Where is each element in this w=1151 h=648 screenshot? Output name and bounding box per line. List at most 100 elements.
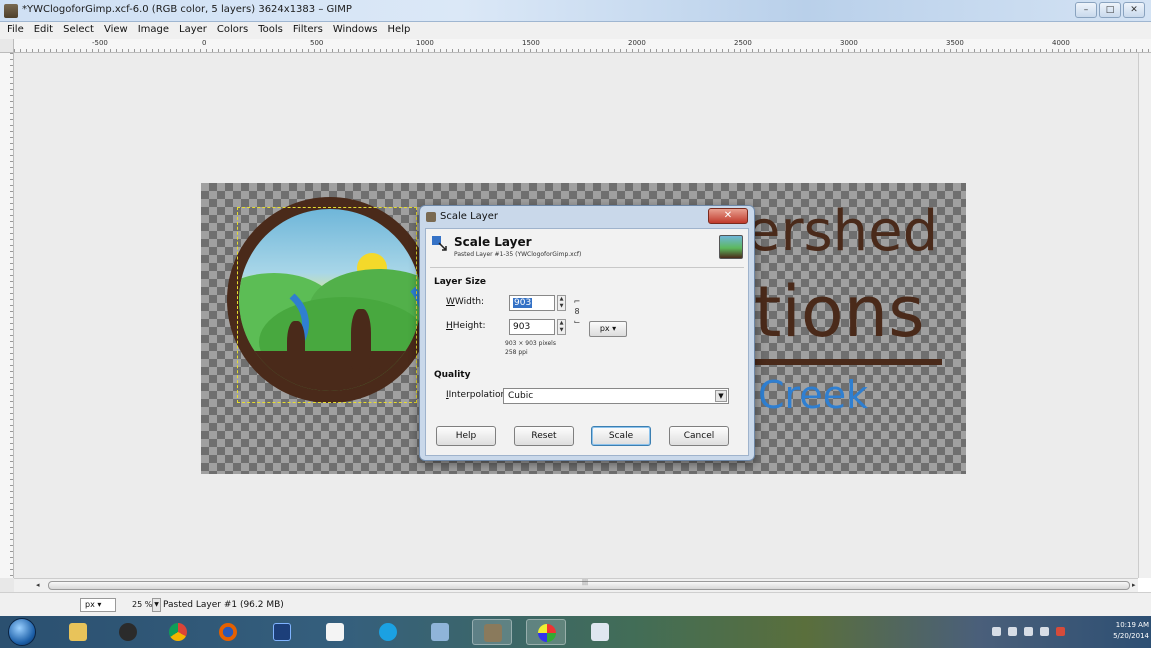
layer-size-label: Layer Size — [434, 277, 486, 287]
tray-network-icon[interactable] — [1024, 627, 1033, 636]
itunes-icon — [119, 623, 137, 641]
window-titlebar: *YWClogoforGimp.xcf-6.0 (RGB color, 5 la… — [0, 0, 1151, 22]
gimp-app-icon[interactable] — [4, 4, 18, 18]
taskbar-gimp[interactable] — [472, 619, 512, 645]
scrollbar-thumb[interactable] — [48, 581, 1130, 590]
menu-select[interactable]: Select — [58, 22, 99, 39]
status-unit-select[interactable]: px ▾ — [80, 598, 116, 612]
dialog-body: Scale Layer Pasted Layer #1-35 (YWClogof… — [425, 228, 749, 456]
layer-thumbnail — [719, 235, 743, 259]
taskbar-clock[interactable]: 10:19 AM 5/20/2014 — [1109, 620, 1149, 642]
taskbar-notepad[interactable] — [315, 619, 355, 645]
status-message: Pasted Layer #1 (96.2 MB) — [163, 600, 284, 610]
height-spinner[interactable]: ▲ ▼ — [557, 319, 566, 335]
menu-help[interactable]: Help — [383, 22, 416, 39]
tray-arrow-icon[interactable] — [992, 627, 1001, 636]
menu-tools[interactable]: Tools — [253, 22, 288, 39]
header-divider — [430, 267, 744, 268]
scroll-right-arrow-icon[interactable]: ▸ — [1132, 581, 1136, 589]
taskbar-chrome[interactable] — [158, 619, 198, 645]
tray-power-icon[interactable] — [1040, 627, 1049, 636]
taskbar-explorer[interactable] — [58, 619, 98, 645]
scale-layer-dialog: Scale Layer ✕ Scale Layer Pasted Layer #… — [419, 205, 755, 461]
vertical-scrollbar[interactable] — [1138, 53, 1151, 578]
chain-link-icon[interactable]: ⌐ 8 ⌙ — [573, 297, 581, 337]
tray-volume-icon[interactable] — [1008, 627, 1017, 636]
document-icon — [326, 623, 344, 641]
taskbar-photoshop[interactable] — [262, 619, 302, 645]
photoshop-icon — [273, 623, 291, 641]
dialog-heading: Scale Layer — [454, 235, 532, 249]
status-bar: px ▾ 25 % ▼ Pasted Layer #1 (96.2 MB) — [0, 592, 1151, 616]
dialog-titlebar[interactable]: Scale Layer ✕ — [420, 206, 754, 228]
firefox-icon — [219, 623, 237, 641]
dropdown-arrow-icon[interactable]: ▼ — [715, 390, 727, 402]
window-title: *YWClogoforGimp.xcf-6.0 (RGB color, 5 la… — [22, 4, 352, 15]
ruler-tick: 3500 — [946, 39, 964, 47]
width-spinner[interactable]: ▲ ▼ — [557, 295, 566, 311]
taskbar-file-manager[interactable] — [580, 619, 620, 645]
paint-icon — [538, 624, 556, 642]
minimize-button[interactable]: – — [1075, 2, 1097, 18]
height-label: HHeight: — [446, 321, 486, 331]
ruler-tick: 2500 — [734, 39, 752, 47]
taskbar-paint[interactable] — [526, 619, 566, 645]
horizontal-scrollbar[interactable]: ◂ ||| ▸ — [14, 578, 1138, 592]
ruler-tick: 2000 — [628, 39, 646, 47]
menu-image[interactable]: Image — [133, 22, 174, 39]
menu-colors[interactable]: Colors — [212, 22, 253, 39]
ruler-tick: 0 — [202, 39, 207, 47]
dialog-window-title: Scale Layer — [440, 211, 498, 222]
close-button[interactable]: ✕ — [1123, 2, 1145, 18]
dialog-close-button[interactable]: ✕ — [708, 208, 748, 224]
quality-label: Quality — [434, 370, 471, 380]
reset-button[interactable]: Reset — [514, 426, 574, 446]
zoom-dropdown-icon[interactable]: ▼ — [152, 598, 161, 612]
vertical-ruler[interactable] — [0, 53, 14, 578]
logo-text-line3: Creek — [758, 373, 869, 417]
logo-text-line1: ershed — [746, 199, 939, 264]
menu-file[interactable]: File — [2, 22, 29, 39]
taskbar-skype[interactable] — [368, 619, 408, 645]
menu-bar: File Edit Select View Image Layer Colors… — [0, 22, 1151, 39]
window-controls: – □ ✕ — [1075, 2, 1145, 18]
menu-filters[interactable]: Filters — [288, 22, 328, 39]
taskbar-firefox[interactable] — [208, 619, 248, 645]
scale-tool-icon — [432, 236, 447, 251]
width-label: WWidth: — [446, 297, 485, 307]
start-button[interactable] — [8, 618, 36, 646]
logo-underline — [754, 359, 942, 365]
gimp-dialog-icon — [426, 212, 436, 222]
ruler-tick: 4000 — [1052, 39, 1070, 47]
ruler-tick: 500 — [310, 39, 324, 47]
scale-button[interactable]: Scale — [591, 426, 651, 446]
unit-selector[interactable]: px ▾ — [589, 321, 627, 337]
interpolation-label: IInterpolation: — [446, 390, 510, 400]
clock-date: 5/20/2014 — [1113, 632, 1149, 640]
width-field[interactable]: 903 — [509, 295, 555, 311]
horizontal-ruler[interactable]: -500 0 500 1000 1500 2000 2500 3000 3500… — [14, 39, 1151, 53]
taskbar-calculator[interactable] — [420, 619, 460, 645]
file-manager-icon — [591, 623, 609, 641]
menu-windows[interactable]: Windows — [328, 22, 383, 39]
chrome-icon — [169, 623, 187, 641]
scroll-left-arrow-icon[interactable]: ◂ — [36, 581, 40, 589]
help-button[interactable]: Help — [436, 426, 496, 446]
ruler-tick: -500 — [92, 39, 108, 47]
menu-layer[interactable]: Layer — [174, 22, 212, 39]
taskbar-itunes[interactable] — [108, 619, 148, 645]
ruler-tick: 3000 — [840, 39, 858, 47]
quick-mask-toggle[interactable] — [0, 578, 14, 592]
interpolation-select[interactable]: Cubic ▼ — [503, 388, 729, 404]
tray-flag-icon[interactable] — [1056, 627, 1065, 636]
logo-text-line2: tions — [754, 271, 925, 353]
ruler-tick: 1500 — [522, 39, 540, 47]
cancel-button[interactable]: Cancel — [669, 426, 729, 446]
height-field[interactable]: 903 — [509, 319, 555, 335]
zoom-level[interactable]: 25 % — [132, 598, 152, 612]
windows-taskbar: 10:19 AM 5/20/2014 — [0, 616, 1151, 648]
menu-edit[interactable]: Edit — [29, 22, 58, 39]
maximize-button[interactable]: □ — [1099, 2, 1121, 18]
menu-view[interactable]: View — [99, 22, 133, 39]
ruler-corner[interactable] — [0, 39, 14, 53]
